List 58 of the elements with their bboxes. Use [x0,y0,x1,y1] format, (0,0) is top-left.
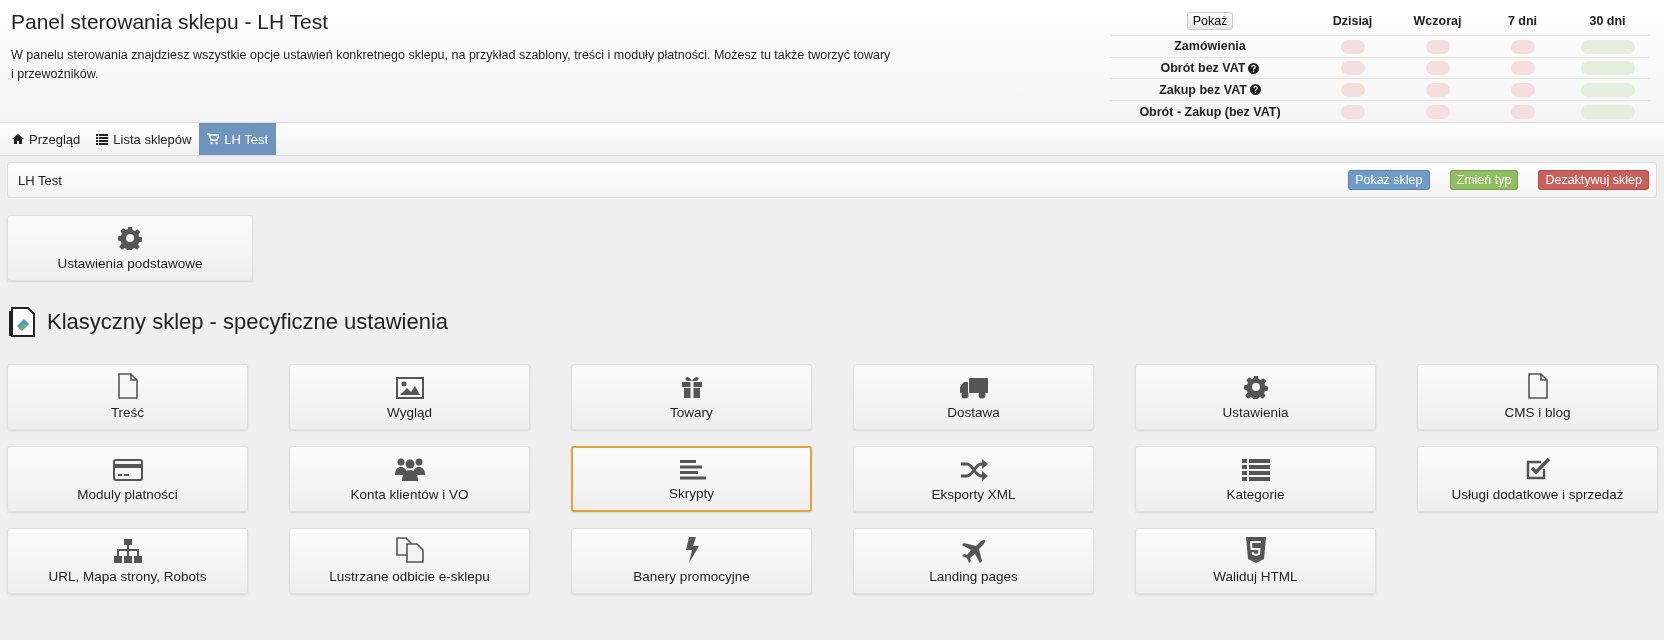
show-button[interactable]: Pokaż [1186,12,1234,31]
row-label: Obrót bez VAT [1160,61,1246,76]
column-header: 7 dni [1507,14,1538,29]
settings-tile[interactable]: Landing pages [853,528,1094,594]
settings-tile[interactable]: Ustawienia podstawowe [7,215,253,281]
settings-tile[interactable]: Usługi dodatkowe i sprzedaż [1417,446,1658,512]
shop-name: LH Test [18,172,62,188]
gear-icon [118,226,142,250]
settings-tile[interactable]: Ustawienia [1135,364,1376,430]
image-icon [395,377,424,399]
column-header: Dzisiaj [1332,14,1373,29]
shop-action-button[interactable]: Dezaktywuj sklep [1538,170,1649,190]
home-icon [12,133,24,145]
row-label: Zakup bez VAT [1159,82,1247,97]
sitemap-icon [113,539,142,563]
help-icon [1249,84,1261,96]
settings-tile[interactable]: Moduly platności [7,446,248,512]
document-icon [117,373,138,399]
document-icon [1527,373,1548,399]
users-icon [393,457,426,481]
help-icon [1248,62,1260,74]
list-icon [1241,459,1270,481]
cart-icon [207,133,220,145]
row-label: Zamówienia [1174,39,1246,54]
row-label: Obrót - Zakup (bez VAT) [1139,104,1281,119]
checkbox-icon [1524,457,1551,481]
settings-tile[interactable]: CMS i blog [1417,364,1658,430]
truck-icon [958,377,989,399]
credit-card-icon [112,459,143,481]
gear-icon [1243,375,1268,399]
settings-tile[interactable]: Banery promocyjne [571,528,812,594]
list-icon [96,133,109,145]
page-description: W panelu sterowania znajdziesz wszystkie opcje ustawień konkretnego sklepu, na przykład szablony, treści i moduły płatności. Możesz tu także tworzyć towary i przewoźników. [11,47,891,83]
tab[interactable]: Lista sklepów [88,123,200,155]
column-header: Wczoraj [1413,14,1462,29]
settings-tile[interactable]: Dostawa [853,364,1094,430]
settings-tile[interactable]: Konta klientów i VO [289,446,530,512]
settings-tile[interactable]: Treść [7,364,248,430]
settings-tile[interactable]: Lustrzane odbicie e-sklepu [289,528,530,594]
plane-icon [960,539,987,563]
settings-tile[interactable]: URL, Mapa strony, Robots [7,528,248,594]
lightning-icon [683,537,700,563]
section-title: Klasyczny sklep - specyficzne ustawienia [47,309,449,335]
settings-tile[interactable]: Kategorie [1135,446,1376,512]
column-header: 30 dni [1589,14,1626,29]
html5-icon [1244,537,1267,563]
settings-tile[interactable]: Waliduj HTML [1135,528,1376,594]
shuffle-icon [959,459,988,481]
gift-icon [679,375,704,399]
shop-document-icon [9,307,37,337]
settings-tile[interactable]: Skrypty [571,446,812,512]
settings-tile[interactable]: Towary [571,364,812,430]
copy-icon [395,537,424,563]
settings-tile[interactable]: Wygląd [289,364,530,430]
page-title: Panel sterowania sklepu - LH Test [11,10,330,34]
align-left-icon [677,460,706,480]
tab[interactable]: Przegląd [4,123,89,155]
settings-tile[interactable]: Eksporty XML [853,446,1094,512]
